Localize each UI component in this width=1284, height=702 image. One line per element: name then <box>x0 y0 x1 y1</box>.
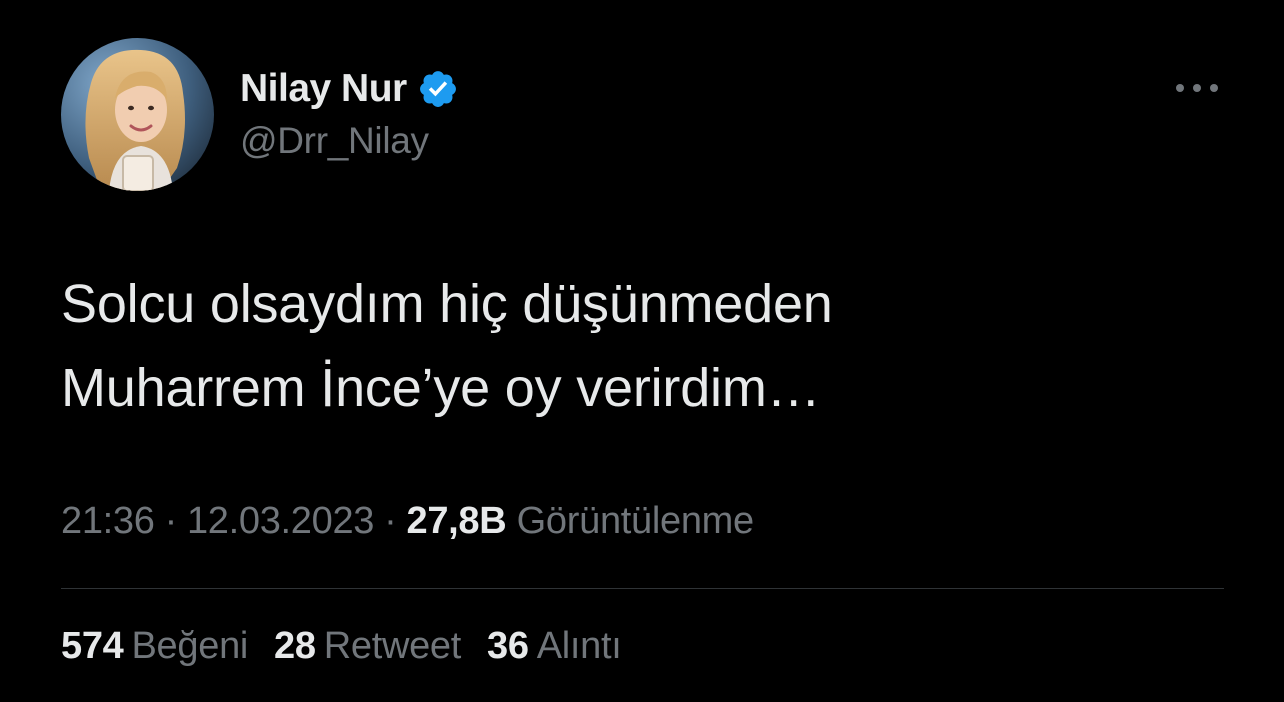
views-label: Görüntülenme <box>516 500 755 542</box>
quotes-count: 36 <box>487 625 529 667</box>
tweet-date[interactable]: 12.03.2023 <box>187 500 374 542</box>
display-name[interactable]: Nilay Nur <box>240 67 407 111</box>
tweet-text-line: Solcu olsaydım hiç düşünmeden <box>61 274 833 334</box>
divider <box>61 588 1224 589</box>
tweet-text: Solcu olsaydım hiç düşünmeden Muharrem İ… <box>61 262 1211 430</box>
tweet-meta: 21:36 · 12.03.2023 · 27,8B Görüntülenme <box>61 500 754 543</box>
retweets-label: Retweet <box>323 625 462 667</box>
likes-stat[interactable]: 574 Beğeni <box>61 625 248 668</box>
avatar[interactable] <box>61 38 214 191</box>
views-count: 27,8B <box>406 500 507 542</box>
quotes-label: Alıntı <box>536 625 622 667</box>
name-row: Nilay Nur <box>240 64 459 114</box>
user-handle[interactable]: @Drr_Nilay <box>240 120 459 162</box>
retweets-count: 28 <box>274 625 316 667</box>
meta-separator: · <box>384 500 397 542</box>
more-horizontal-icon <box>1176 84 1218 92</box>
tweet-stats: 574 Beğeni 28 Retweet 36 Alıntı <box>61 625 648 668</box>
likes-count: 574 <box>61 625 124 667</box>
tweet-card: Nilay Nur @Drr_Nilay Solcu olsaydım hiç … <box>0 0 1284 702</box>
tweet-text-line: Muharrem İnce’ye oy verirdim… <box>61 358 821 418</box>
user-block: Nilay Nur @Drr_Nilay <box>240 64 459 162</box>
tweet-time[interactable]: 21:36 <box>61 500 155 542</box>
profile-photo-icon <box>61 38 214 191</box>
more-options-button[interactable] <box>1166 70 1228 106</box>
meta-separator: · <box>164 500 178 542</box>
verified-badge-icon <box>417 68 459 110</box>
quotes-stat[interactable]: 36 Alıntı <box>487 625 622 668</box>
likes-label: Beğeni <box>131 625 249 667</box>
retweets-stat[interactable]: 28 Retweet <box>274 625 461 668</box>
